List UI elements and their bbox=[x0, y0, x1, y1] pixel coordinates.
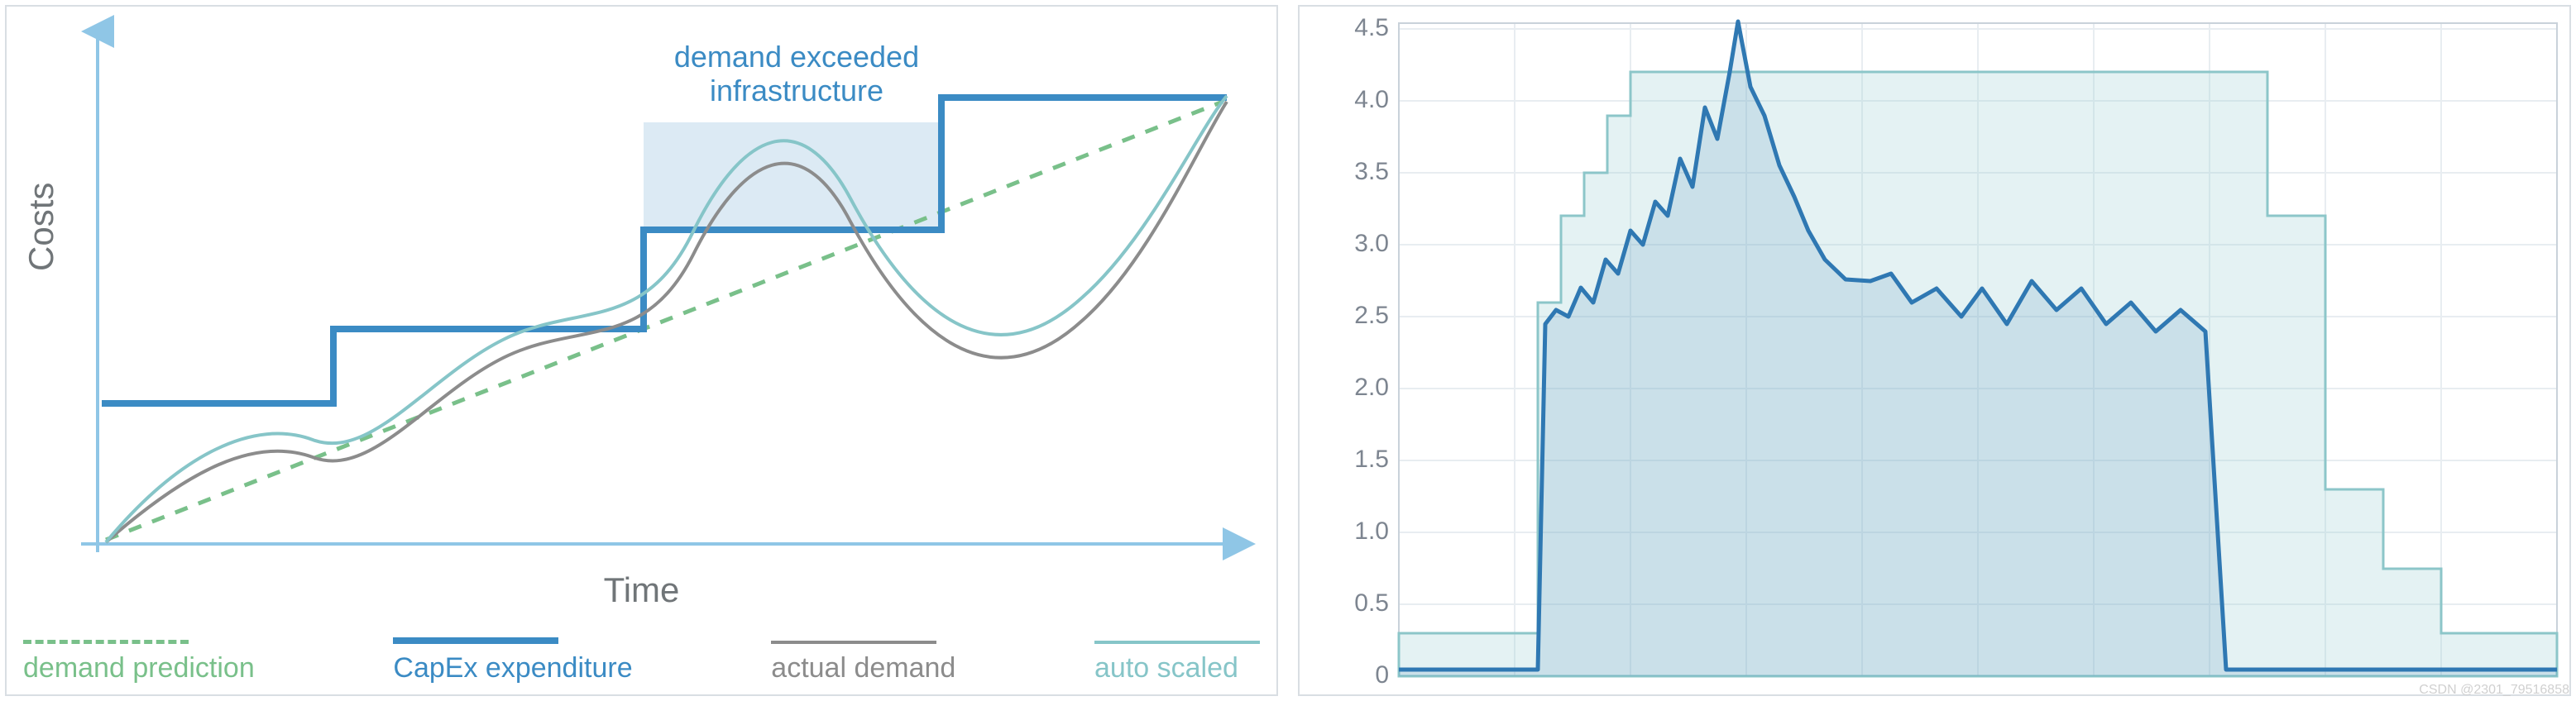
solid-line-icon bbox=[1094, 641, 1260, 644]
svg-text:1.5: 1.5 bbox=[1354, 446, 1389, 473]
y-ticks: 0 0.5 1.0 1.5 2.0 2.5 3.0 3.5 4.0 4.5 bbox=[1354, 14, 1389, 689]
annotation-demand-exceeded: demand exceeded infrastructure bbox=[619, 40, 974, 108]
x-axis-label: Time bbox=[7, 570, 1276, 610]
svg-text:3.0: 3.0 bbox=[1354, 230, 1389, 257]
svg-text:1.0: 1.0 bbox=[1354, 517, 1389, 545]
cost-over-time-chart: Costs Time demand exceeded infrastructur… bbox=[5, 5, 1278, 696]
legend-prediction: demand prediction bbox=[23, 640, 255, 684]
svg-text:4.5: 4.5 bbox=[1354, 14, 1389, 41]
usage-timeseries-chart: 0 0.5 1.0 1.5 2.0 2.5 3.0 3.5 4.0 4.5 bbox=[1298, 5, 2571, 696]
legend-capex: CapEx expenditure bbox=[393, 637, 632, 684]
svg-text:2.0: 2.0 bbox=[1354, 374, 1389, 401]
svg-text:3.5: 3.5 bbox=[1354, 158, 1389, 185]
svg-text:0: 0 bbox=[1375, 661, 1389, 689]
svg-text:2.5: 2.5 bbox=[1354, 302, 1389, 329]
solid-line-icon bbox=[393, 637, 558, 644]
dashed-line-icon bbox=[23, 640, 189, 644]
svg-text:0.5: 0.5 bbox=[1354, 589, 1389, 617]
watermark: CSDN @2301_79516858 bbox=[2419, 683, 2569, 698]
legend-actual: actual demand bbox=[771, 641, 955, 684]
legend-auto: auto scaled bbox=[1094, 641, 1260, 684]
solid-line-icon bbox=[771, 641, 936, 644]
right-chart-svg: 0 0.5 1.0 1.5 2.0 2.5 3.0 3.5 4.0 4.5 bbox=[1300, 7, 2565, 693]
legend: demand prediction CapEx expenditure actu… bbox=[23, 637, 1260, 684]
svg-text:4.0: 4.0 bbox=[1354, 86, 1389, 113]
y-axis-label: Costs bbox=[22, 183, 61, 271]
